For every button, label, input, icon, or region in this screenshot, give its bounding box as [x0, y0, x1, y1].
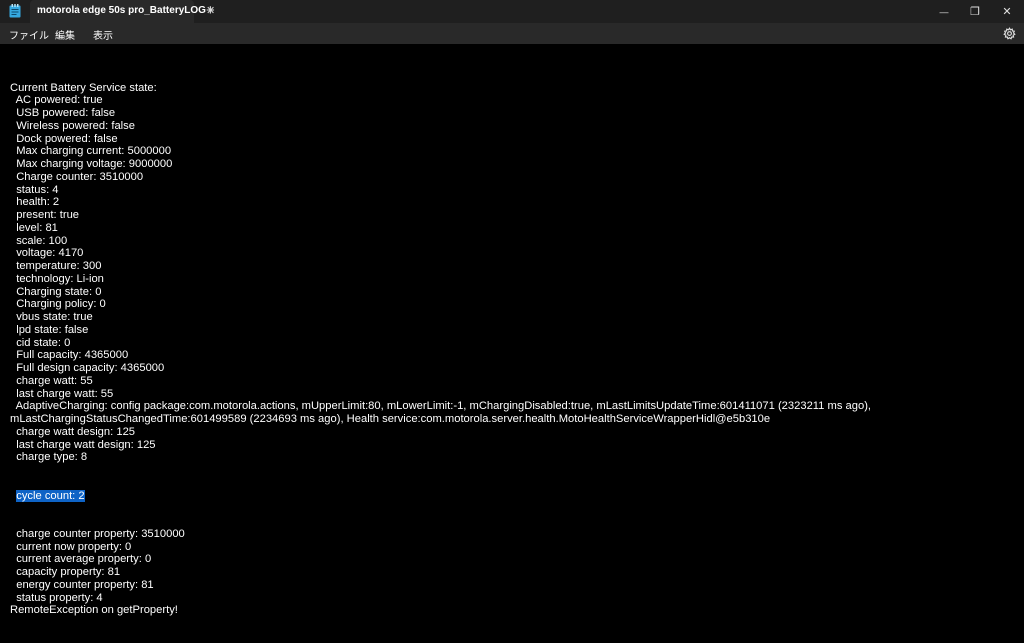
- log-line: Wireless powered: false: [10, 119, 135, 132]
- log-line: scale: 100: [10, 234, 68, 247]
- log-line: Max charging voltage: 9000000: [10, 158, 173, 170]
- close-button[interactable]: ✕: [990, 0, 1024, 23]
- log-line: Full design capacity: 4365000: [10, 362, 165, 374]
- log-line: charge type: 8: [10, 451, 88, 464]
- log-line: Charging state: 0: [10, 285, 102, 298]
- log-line: last charge watt design: 125: [10, 438, 156, 451]
- gear-icon[interactable]: [1003, 27, 1016, 40]
- log-line: cid state: 0: [10, 336, 71, 349]
- log-line: lpd state: false: [10, 323, 89, 336]
- log-line: technology: Li-ion: [10, 272, 104, 285]
- log-line: voltage: 4170: [10, 247, 84, 260]
- log-line: Charging policy: 0: [10, 298, 106, 311]
- log-line: current average property: 0: [10, 553, 152, 566]
- log-lines-after: charge counter property: 3510000 current…: [10, 528, 871, 617]
- log-line: present: true: [10, 209, 80, 221]
- log-line: Full capacity: 4365000: [10, 349, 129, 362]
- log-line: mLastChargingStatusChangedTime:601499589…: [10, 413, 771, 425]
- log-line: last charge watt: 55: [10, 387, 114, 400]
- menu-edit[interactable]: 編集: [55, 27, 75, 42]
- menu-bar: ファイル 編集 表示: [0, 23, 1024, 44]
- log-line: temperature: 300: [10, 260, 102, 272]
- log-line: vbus state: true: [10, 311, 93, 323]
- log-line: status property: 4: [10, 591, 103, 604]
- menu-view[interactable]: 表示: [93, 27, 113, 42]
- log-line: Max charging current: 5000000: [10, 145, 172, 158]
- log-lines: Current Battery Service state: AC powere…: [10, 82, 871, 465]
- log-line: level: 81: [10, 221, 58, 234]
- notepad-icon: [9, 4, 21, 18]
- tab-battery-log[interactable]: motorola edge 50s pro_BatteryLOG ✕: [30, 0, 215, 23]
- new-tab-button[interactable]: +: [206, 3, 215, 18]
- log-line: charge watt design: 125: [10, 425, 136, 438]
- log-line: energy counter property: 81: [10, 578, 154, 591]
- log-line-selected: cycle count: 2: [10, 489, 871, 503]
- log-line: Charge counter: 3510000: [10, 170, 144, 183]
- selected-text: cycle count: 2: [16, 489, 85, 502]
- restore-icon: ❐: [970, 6, 980, 18]
- battery-log-text: Current Battery Service state: AC powere…: [10, 56, 871, 643]
- minimize-button[interactable]: —: [927, 0, 961, 23]
- tab-title: motorola edge 50s pro_BatteryLOG: [37, 5, 206, 16]
- log-line: health: 2: [10, 196, 60, 209]
- log-line: status: 4: [10, 183, 59, 196]
- log-line: capacity property: 81: [10, 566, 121, 578]
- log-line: charge watt: 55: [10, 374, 93, 387]
- minimize-icon: —: [939, 6, 949, 17]
- log-line: AdaptiveCharging: config package:com.mot…: [10, 400, 872, 413]
- title-bar: motorola edge 50s pro_BatteryLOG ✕ + — ❐…: [0, 0, 1024, 23]
- log-line: USB powered: false: [10, 107, 116, 119]
- log-line: AC powered: true: [10, 94, 103, 107]
- log-line: charge counter property: 3510000: [10, 527, 185, 540]
- text-editor-area[interactable]: Current Battery Service state: AC powere…: [0, 44, 1024, 616]
- log-line: Current Battery Service state:: [10, 81, 157, 94]
- log-line: Dock powered: false: [10, 132, 118, 145]
- menu-file[interactable]: ファイル: [9, 27, 49, 42]
- log-line: RemoteException on getProperty!: [10, 604, 178, 617]
- log-line: current now property: 0: [10, 540, 132, 553]
- close-icon: ✕: [1002, 6, 1012, 18]
- restore-button[interactable]: ❐: [958, 0, 992, 23]
